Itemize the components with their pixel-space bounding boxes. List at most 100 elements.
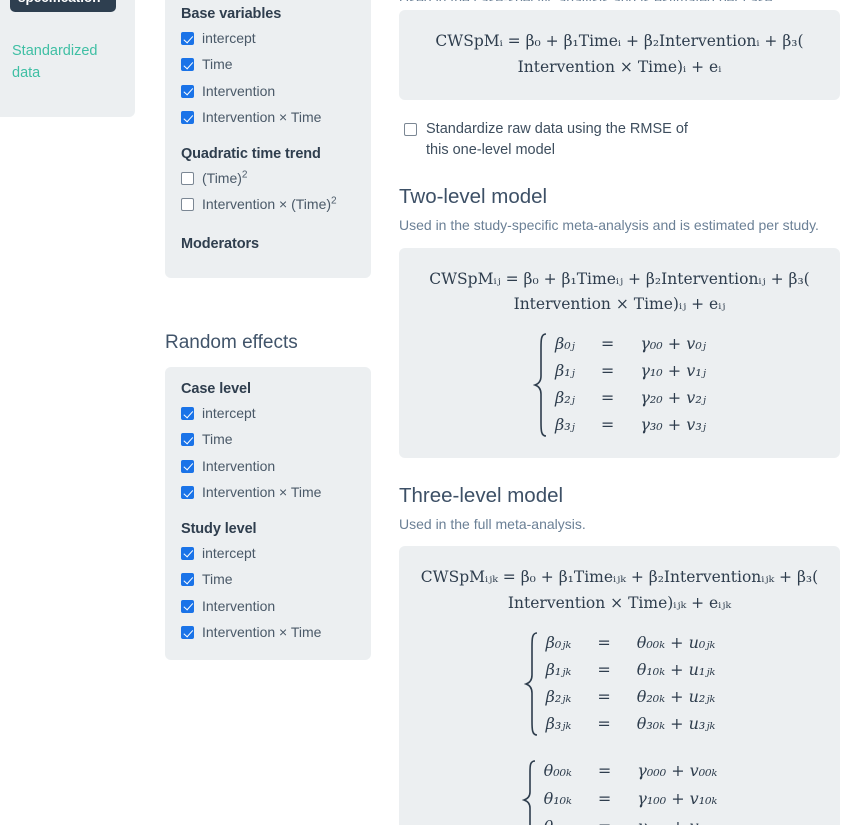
checkbox-label-text: Intervention × (Time) (202, 196, 332, 213)
checkbox-row-case-intervention-x-time[interactable]: Intervention × Time (181, 483, 355, 501)
equation-rhs: γ₂₀ + v₂ⱼ (640, 387, 706, 407)
study-level-heading: Study level (181, 520, 257, 537)
random-effects-section: Random effects Case level intercept Time… (165, 332, 371, 660)
equation-rhs: θ₁₀ₖ + u₁ⱼₖ (636, 659, 716, 679)
equation-rhs: θ₂₀ₖ + u₂ⱼₖ (636, 686, 716, 706)
three-level-description: Used in the full meta-analysis. (399, 515, 586, 532)
equation-rhs: γ₀₀₀ + v₀₀ₖ (637, 761, 718, 781)
checkbox-checked-icon[interactable] (181, 626, 194, 640)
checkbox-checked-icon[interactable] (181, 546, 194, 560)
equation-rows: β₀ⱼ = γ₀₀ + v₀ⱼ β₁ⱼ = γ₁₀ + v₁ⱼ β₂ⱼ = γ₂… (555, 332, 706, 438)
left-brace-icon (523, 631, 540, 737)
one-level-formula-line-2: Intervention × Time)ᵢ + eᵢ (517, 57, 722, 76)
checkbox-row-study-time[interactable]: Time (181, 570, 355, 588)
checkbox-row-standardize-raw-data[interactable]: Standardize raw data using the RMSE of t… (404, 119, 714, 161)
equation-operator: = (600, 360, 615, 380)
equation-lhs: β₂ⱼₖ (545, 686, 572, 706)
equation-rhs: γ₁₀ + v₁ⱼ (640, 360, 706, 380)
checkbox-unchecked-icon[interactable] (181, 171, 194, 185)
equation-operator: = (597, 686, 611, 706)
checkbox-label: Time (202, 571, 233, 588)
checkbox-checked-icon[interactable] (181, 599, 194, 613)
two-level-formula-line-2: Intervention × Time)ᵢⱼ + eᵢⱼ (513, 295, 726, 314)
two-level-description: Used in the study-specific meta-analysis… (399, 217, 819, 234)
three-level-model-section: Three-level model Used in the full meta-… (399, 484, 840, 825)
two-level-model-section: Two-level model Used in the study-specif… (399, 185, 840, 458)
equation-lhs: θ₂₀ₖ (544, 815, 572, 825)
equation-operator: = (598, 815, 611, 825)
checkbox-row-case-intervention[interactable]: Intervention (181, 457, 355, 475)
left-brace-icon (521, 759, 538, 825)
app-root: specification Standardized data Base var… (0, 0, 858, 825)
checkbox-checked-icon[interactable] (181, 407, 194, 420)
checkbox-row-study-intervention-x-time[interactable]: Intervention × Time (181, 623, 355, 641)
checkbox-unchecked-icon[interactable] (404, 123, 417, 137)
equation-rhs: γ₂₀₀ + v₂₀ₖ (637, 815, 717, 825)
checkbox-label: Intervention (202, 457, 276, 474)
three-level-equation-system-1: β₀ⱼₖ = θ₀₀ₖ + u₀ⱼₖ β₁ⱼₖ = θ₁₀ₖ + u₁ⱼₖ β₂… (417, 631, 822, 737)
checkbox-row-base-time[interactable]: Time (181, 55, 355, 73)
checkbox-label: intercept (202, 30, 256, 46)
equation-operator: = (597, 761, 612, 781)
equation-operator: = (597, 789, 612, 809)
three-level-formula-box: CWSpMᵢⱼₖ = β₀ + β₁Timeᵢⱼₖ + β₂Interventi… (399, 546, 840, 825)
equation-lhs: β₀ⱼ (555, 333, 575, 353)
checkbox-row-case-intercept[interactable]: intercept (181, 404, 355, 422)
fixed-effects-panel: Base variables intercept Time Interventi… (165, 0, 371, 278)
checkbox-row-study-intervention[interactable]: Intervention (181, 597, 355, 615)
checkbox-checked-icon[interactable] (181, 486, 194, 500)
equation-operator: = (597, 632, 611, 652)
checkbox-label: intercept (202, 544, 256, 561)
equation-operator: = (600, 414, 615, 434)
two-level-formula-line-1: CWSpMᵢⱼ = β₀ + β₁Timeᵢⱼ + β₂Intervention… (429, 269, 810, 288)
checkbox-unchecked-icon[interactable] (181, 198, 194, 212)
checkbox-checked-icon[interactable] (181, 32, 194, 45)
system-spacer (417, 737, 822, 745)
equation-rhs: θ₃₀ₖ + u₃ⱼₖ (636, 713, 716, 733)
checkbox-row-case-time[interactable]: Time (181, 430, 355, 448)
checkbox-label: Intervention × Time (202, 484, 322, 501)
checkbox-label: Intervention (202, 82, 276, 99)
equation-operator: = (600, 387, 615, 407)
moderators-heading: Moderators (181, 235, 259, 252)
random-effects-panel: Case level intercept Time Intervention I… (165, 367, 371, 660)
equation-rhs: γ₃₀ + v₃ⱼ (640, 414, 706, 434)
equation-lhs: β₂ⱼ (555, 387, 575, 407)
checkbox-label: Intervention × Time (202, 624, 322, 641)
equation-rhs: γ₀₀ + v₀ⱼ (640, 333, 706, 353)
sidebar-item-standardized-data[interactable]: Standardized data (12, 40, 120, 85)
checkbox-label: Standardize raw data using the RMSE of t… (426, 121, 688, 159)
case-level-heading: Case level (181, 381, 251, 397)
checkbox-label: (Time)2 (202, 169, 355, 187)
equation-lhs: β₃ⱼ (555, 414, 575, 434)
equation-lhs: β₀ⱼₖ (545, 632, 572, 652)
left-brace-icon (533, 332, 549, 438)
checkbox-checked-icon[interactable] (181, 573, 194, 587)
checkbox-row-base-intervention[interactable]: Intervention (181, 82, 355, 100)
two-level-formula-box: CWSpMᵢⱼ = β₀ + β₁Timeᵢⱼ + β₂Intervention… (399, 247, 840, 458)
equation-operator: = (597, 713, 611, 733)
checkbox-label: Time (202, 56, 233, 73)
equation-rows: θ₀₀ₖ = γ₀₀₀ + v₀₀ₖ θ₁₀ₖ = γ₁₀₀ + v₁₀ₖ θ₂… (544, 759, 718, 825)
checkbox-checked-icon[interactable] (181, 111, 194, 125)
checkbox-row-base-intercept[interactable]: intercept (181, 29, 355, 47)
checkbox-row-study-intercept[interactable]: intercept (181, 544, 355, 562)
three-level-equation-system-2: θ₀₀ₖ = γ₀₀₀ + v₀₀ₖ θ₁₀ₖ = γ₁₀₀ + v₁₀ₖ θ₂… (417, 759, 822, 825)
checkbox-row-quadratic-time[interactable]: (Time)2 (181, 169, 355, 187)
checkbox-label: Intervention (202, 597, 276, 614)
checkbox-checked-icon[interactable] (181, 58, 194, 72)
checkbox-checked-icon[interactable] (181, 84, 194, 98)
checkbox-row-base-intervention-x-time[interactable]: Intervention × Time (181, 108, 355, 126)
sidebar-tab-specification[interactable]: specification (10, 0, 116, 12)
checkbox-checked-icon[interactable] (181, 433, 194, 447)
one-level-formula-line-1: CWSpMᵢ = β₀ + β₁Timeᵢ + β₂Interventionᵢ … (435, 32, 804, 50)
sidebar: specification Standardized data (0, 0, 135, 117)
equation-lhs: β₁ⱼ (555, 360, 575, 380)
one-level-formula-box: CWSpMᵢ = β₀ + β₁Timeᵢ + β₂Interventionᵢ … (399, 10, 840, 101)
three-level-formula-line-2: Intervention × Time)ᵢⱼₖ + eᵢⱼₖ (507, 594, 732, 613)
checkbox-row-quadratic-intervention-time[interactable]: Intervention × (Time)2 (181, 195, 355, 213)
equation-lhs: θ₀₀ₖ (543, 761, 572, 781)
checkbox-label: intercept (202, 405, 256, 421)
checkbox-checked-icon[interactable] (181, 459, 194, 473)
two-level-heading: Two-level model (399, 185, 548, 209)
